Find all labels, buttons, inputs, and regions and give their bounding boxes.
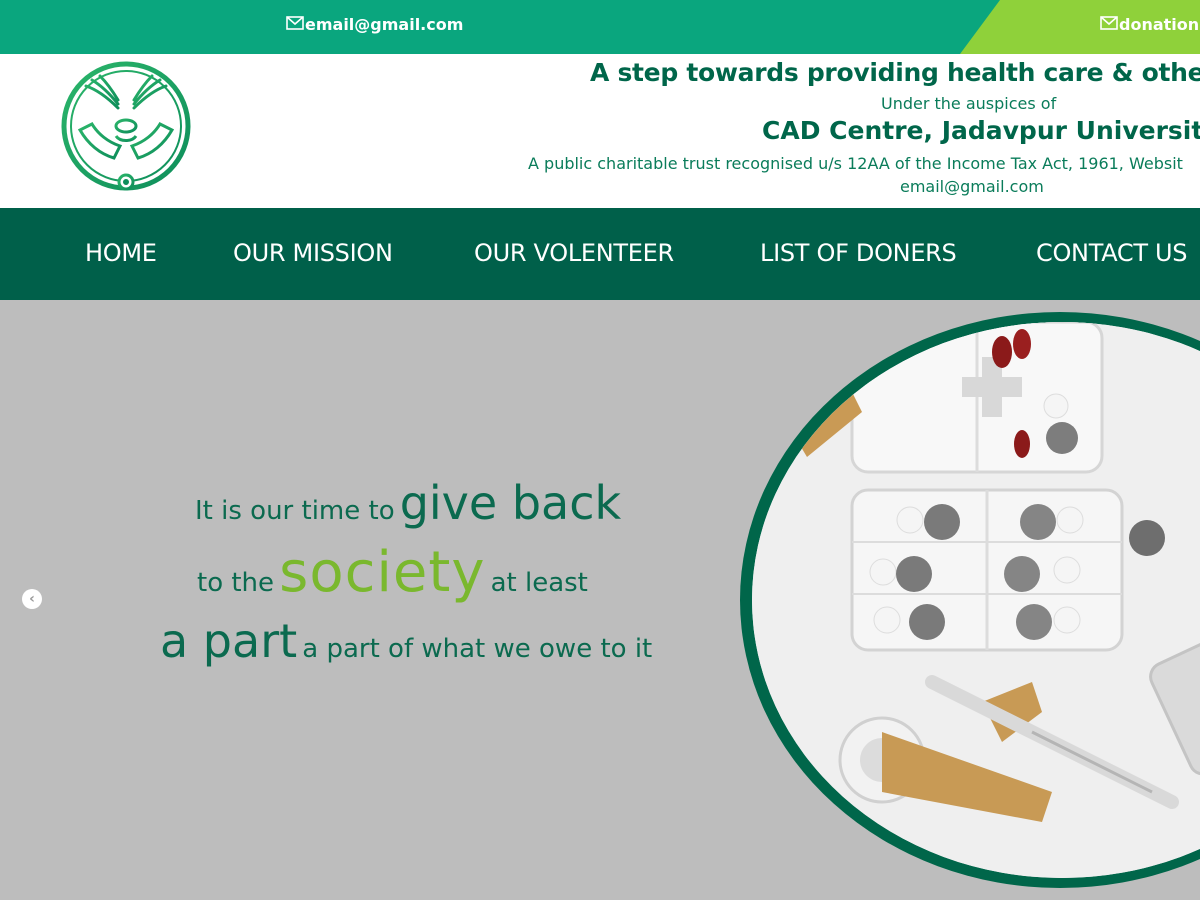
header-auspices: Under the auspices of (881, 94, 1057, 113)
mail-icon (286, 16, 304, 30)
slogan-line-1: It is our time to give back (195, 476, 621, 530)
slogan-highlight: give back (399, 476, 622, 530)
nav-item-contact-us[interactable]: CONTACT US (1036, 239, 1188, 267)
topbar-email-link[interactable]: email@gmail.com (286, 15, 463, 34)
hands-caduceus-logo-icon[interactable] (58, 60, 194, 196)
header-tagline: A step towards providing health care & o… (590, 58, 1200, 87)
hero-slider: ‹ It is our time to give back to the soc… (0, 300, 1200, 900)
topbar-email-text: email@gmail.com (305, 15, 464, 34)
site-header: A step towards providing health care & o… (0, 54, 1200, 208)
topbar-donation-text: donation (1119, 15, 1200, 34)
topbar-donation-link[interactable]: donation (1100, 15, 1199, 34)
slogan-highlight: a part (160, 614, 298, 668)
medical-supplies-image (752, 322, 1200, 878)
medical-supplies-illustration (752, 322, 1200, 878)
chevron-left-icon[interactable]: ‹ (22, 589, 42, 609)
slogan-line-2: to the society at least (197, 540, 588, 605)
header-email[interactable]: email@gmail.com (900, 177, 1044, 196)
slogan-highlight-society: society (279, 540, 486, 605)
mail-icon (1100, 16, 1118, 30)
top-contact-bar: email@gmail.com donation (0, 0, 1200, 54)
slogan-text: It is our time to (195, 496, 395, 526)
header-trust-info: A public charitable trust recognised u/s… (528, 154, 1183, 173)
slogan-text: a part of what we owe to it (302, 634, 653, 664)
hero-image-frame (740, 312, 1200, 888)
slogan-text: at least (490, 568, 588, 598)
main-nav: HOME OUR MISSION OUR VOLENTEER LIST OF D… (0, 208, 1200, 300)
slogan-text: to the (197, 568, 275, 598)
nav-item-list-of-doners[interactable]: LIST OF DONERS (760, 239, 957, 267)
header-org-name: CAD Centre, Jadavpur University (762, 116, 1200, 145)
nav-item-home[interactable]: HOME (85, 239, 157, 267)
nav-item-our-mission[interactable]: OUR MISSION (233, 239, 393, 267)
nav-item-our-volenteer[interactable]: OUR VOLENTEER (474, 239, 674, 267)
slogan-line-3: a part a part of what we owe to it (160, 614, 652, 668)
